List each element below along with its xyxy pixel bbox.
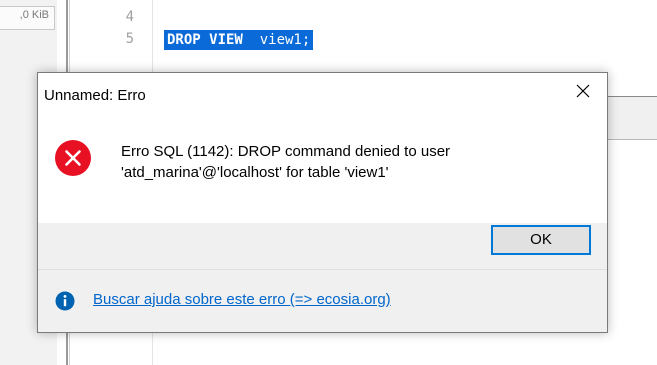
- error-dialog: Unnamed: Erro Erro SQL (1142): DROP comm…: [37, 72, 608, 333]
- sql-keyword: DROP VIEW: [167, 32, 243, 48]
- dialog-button-bar: OK: [38, 223, 607, 270]
- file-size-text: ,0 KiB: [19, 9, 49, 21]
- dialog-body: Erro SQL (1142): DROP command denied to …: [38, 117, 607, 223]
- close-icon: [576, 84, 590, 98]
- ok-button-label: OK: [530, 231, 552, 248]
- file-size-cell: ,0 KiB: [0, 6, 55, 30]
- line-number-4: 4: [125, 9, 134, 25]
- error-icon: [55, 140, 91, 176]
- error-message-line-2: 'atd_marina'@'localhost' for table 'view…: [121, 164, 389, 181]
- error-message: Erro SQL (1142): DROP command denied to …: [121, 141, 581, 183]
- sql-identifier: view1;: [242, 32, 311, 48]
- dialog-footer: Buscar ajuda sobre este erro (=> ecosia.…: [38, 270, 607, 332]
- close-button[interactable]: [561, 73, 607, 105]
- help-link[interactable]: Buscar ajuda sobre este erro (=> ecosia.…: [93, 291, 391, 308]
- line-number-5: 5: [125, 31, 134, 47]
- dialog-title: Unnamed: Erro: [44, 87, 146, 104]
- dialog-titlebar[interactable]: Unnamed: Erro: [38, 73, 607, 117]
- info-icon: [55, 291, 75, 311]
- selected-sql-line[interactable]: DROP VIEW view1;: [164, 30, 314, 50]
- ok-button[interactable]: OK: [491, 225, 591, 255]
- error-message-line-1: Erro SQL (1142): DROP command denied to …: [121, 143, 451, 160]
